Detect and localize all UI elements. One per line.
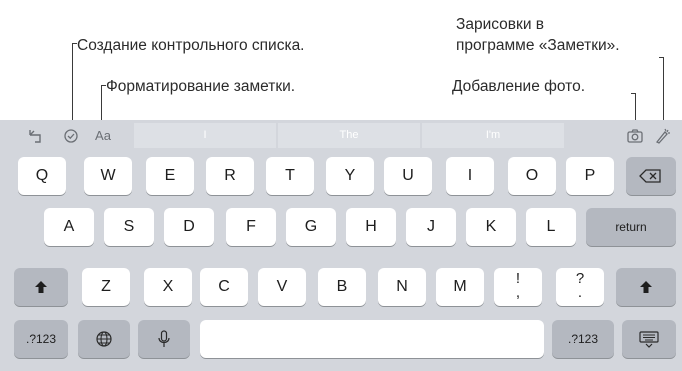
callout-checklist: Создание контрольного списка.: [77, 37, 305, 54]
key-p[interactable]: P: [566, 157, 614, 195]
callout-photo: Добавление фото.: [452, 78, 586, 95]
key-c[interactable]: C: [200, 268, 248, 306]
key-w[interactable]: W: [84, 157, 132, 195]
dictation-key[interactable]: [138, 320, 190, 358]
mic-icon: [157, 330, 171, 348]
key-d[interactable]: D: [164, 208, 214, 246]
shift-key-left[interactable]: [14, 268, 68, 306]
shift-icon: [34, 280, 48, 294]
return-key[interactable]: return: [586, 208, 676, 246]
key-r[interactable]: R: [206, 157, 254, 195]
checklist-icon[interactable]: [61, 127, 81, 145]
sketch-icon[interactable]: [652, 127, 672, 145]
delete-key[interactable]: [626, 157, 676, 195]
callout-format: Форматирование заметки.: [106, 78, 296, 95]
key-comma-label: ,: [515, 284, 521, 301]
key-l[interactable]: L: [526, 208, 576, 246]
space-bar[interactable]: [200, 320, 544, 358]
key-f[interactable]: F: [226, 208, 276, 246]
camera-icon[interactable]: [625, 127, 645, 145]
key-o[interactable]: O: [508, 157, 556, 195]
hide-keyboard-icon: [638, 330, 660, 348]
key-b[interactable]: B: [318, 268, 366, 306]
key-q[interactable]: Q: [18, 157, 66, 195]
key-k[interactable]: K: [466, 208, 516, 246]
key-v[interactable]: V: [258, 268, 306, 306]
key-i[interactable]: I: [446, 157, 494, 195]
leader-line-format: [101, 85, 102, 123]
key-e[interactable]: E: [146, 157, 194, 195]
hide-keyboard-key[interactable]: [622, 320, 676, 358]
undo-icon[interactable]: [26, 127, 46, 145]
callout-sketch-line2: программе «Заметки».: [456, 37, 620, 54]
key-n[interactable]: N: [378, 268, 426, 306]
delete-icon: [639, 168, 663, 184]
globe-icon: [95, 330, 113, 348]
key-m[interactable]: M: [436, 268, 484, 306]
key-y[interactable]: Y: [326, 157, 374, 195]
key-exclaim-comma[interactable]: ! ,: [494, 268, 542, 306]
key-a[interactable]: A: [44, 208, 94, 246]
prediction-3[interactable]: I'm: [422, 123, 564, 148]
shortcut-bar: Aa I The I'm: [0, 120, 682, 151]
key-s[interactable]: S: [104, 208, 154, 246]
shift-key-right[interactable]: [616, 268, 676, 306]
leader-line-checklist: [72, 43, 73, 123]
key-h[interactable]: H: [346, 208, 396, 246]
key-j[interactable]: J: [406, 208, 456, 246]
leader-line-sketch: [663, 57, 664, 123]
callout-sketch-line1: Зарисовки в: [456, 16, 545, 33]
numbers-key-right[interactable]: .?123: [552, 320, 614, 358]
leader-tick-checklist: [72, 43, 77, 44]
prediction-2[interactable]: The: [278, 123, 420, 148]
key-g[interactable]: G: [286, 208, 336, 246]
key-x[interactable]: X: [144, 268, 192, 306]
key-z[interactable]: Z: [82, 268, 130, 306]
keyboard: Aa I The I'm Q W E R T Y U I O P A S D F…: [0, 120, 682, 371]
leader-line-photo: [635, 93, 636, 123]
key-period-label: .: [577, 284, 583, 301]
key-u[interactable]: U: [384, 157, 432, 195]
shift-icon: [639, 280, 653, 294]
globe-key[interactable]: [78, 320, 130, 358]
key-t[interactable]: T: [266, 157, 314, 195]
key-question-period[interactable]: ? .: [556, 268, 604, 306]
numbers-key-left[interactable]: .?123: [14, 320, 68, 358]
leader-tick-format: [101, 85, 106, 86]
format-button[interactable]: Aa: [91, 127, 115, 145]
prediction-1[interactable]: I: [134, 123, 276, 148]
